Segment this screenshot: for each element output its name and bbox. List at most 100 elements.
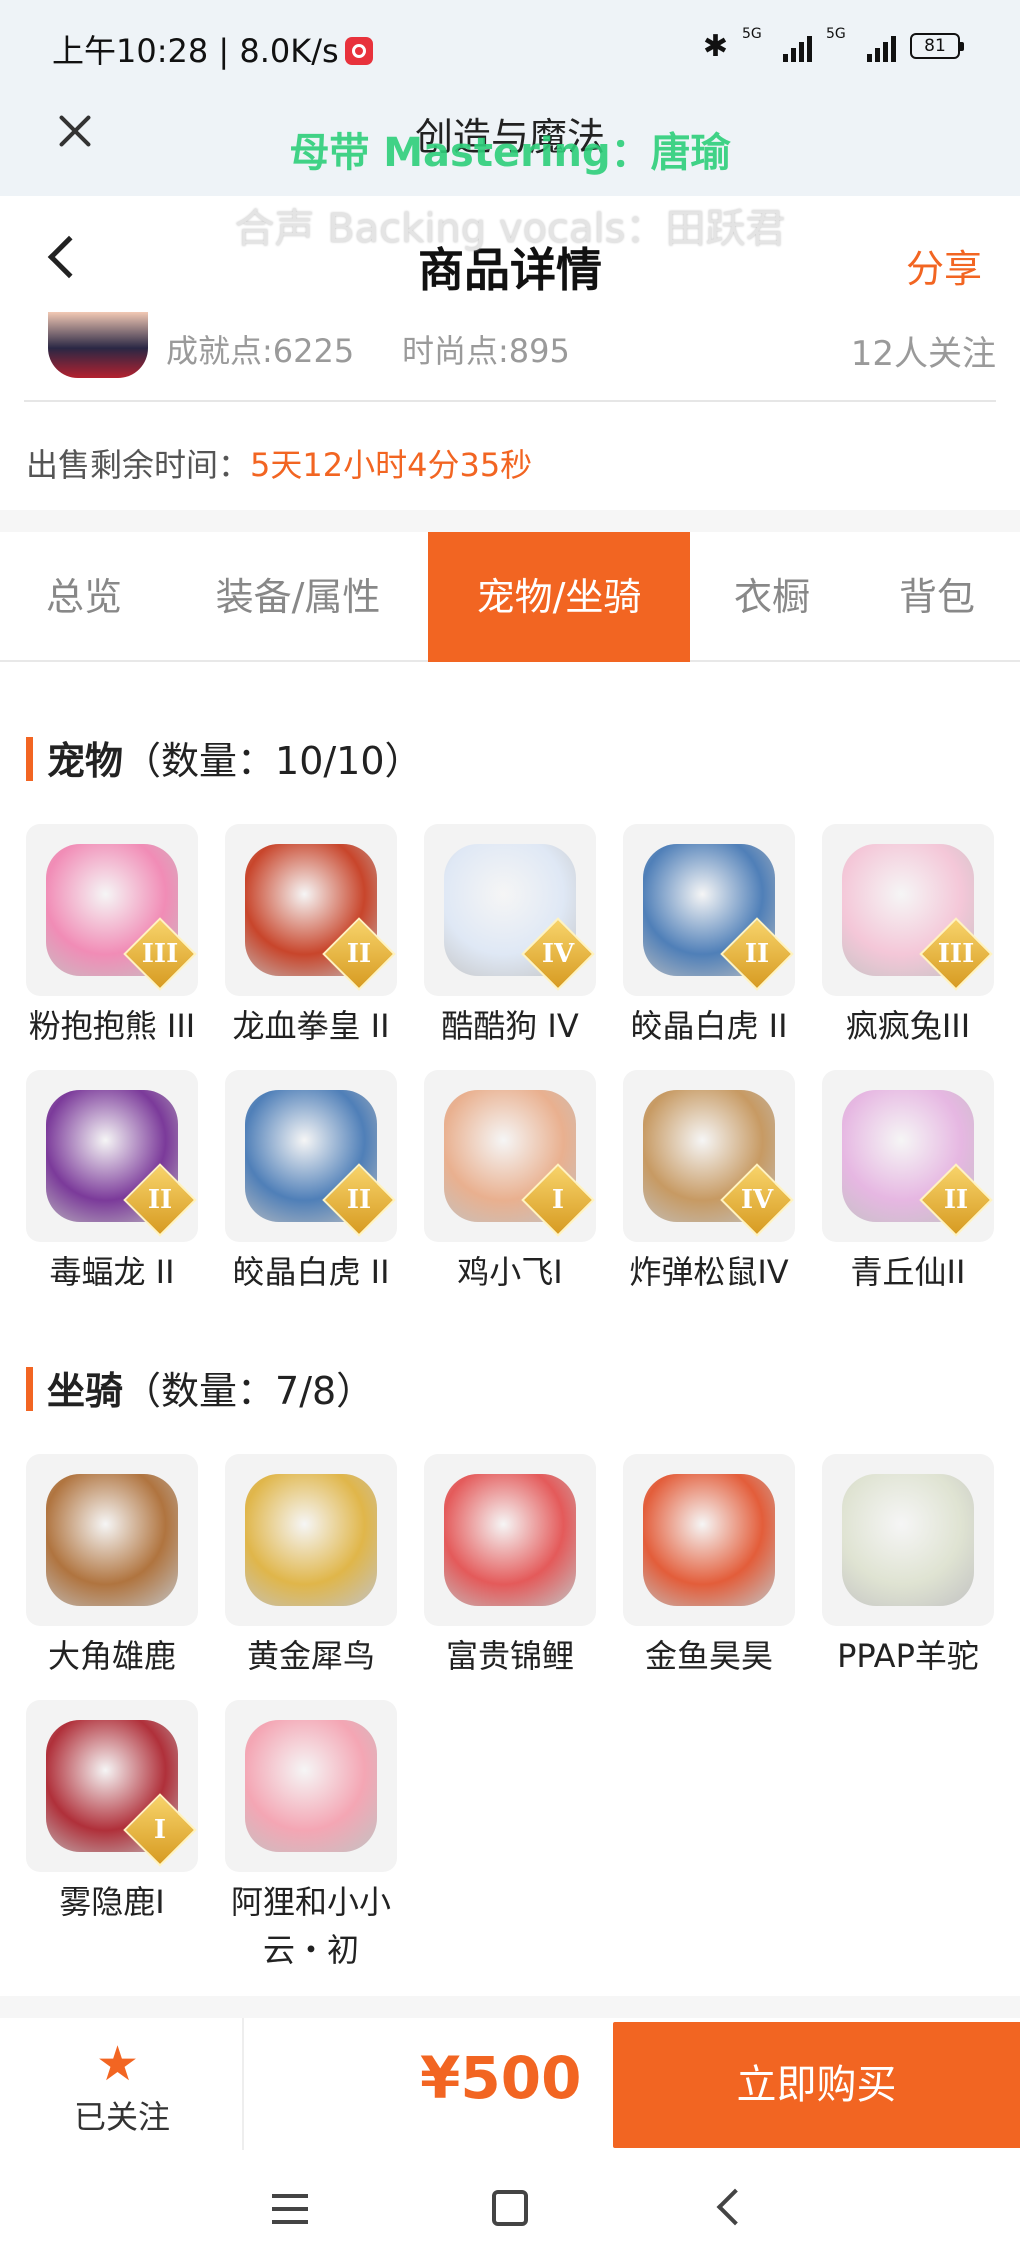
ali-fox-cloud-icon [245, 1720, 377, 1852]
item-tile[interactable]: III 粉抱抱熊 III [26, 824, 198, 1050]
item-name: 酷酷狗 IV [441, 1007, 579, 1045]
section-title: 宠物 [47, 739, 124, 783]
item-thumbnail: III [822, 824, 994, 996]
sale-timer-label: 出售剩余时间： [26, 446, 251, 484]
battery-icon: 81 [910, 33, 964, 59]
rank-badge-text: I [153, 1815, 167, 1845]
seller-info: 成就点:6225 时尚点:895 12人关注 [0, 312, 1020, 400]
item-thumbnail: II [26, 1070, 198, 1242]
follow-label: 已关注 [73, 2098, 170, 2136]
bluetooth-icon: ✱ [702, 28, 728, 64]
rank-badge-text: I [551, 1185, 565, 1215]
item-thumbnail: I [424, 1070, 596, 1242]
rank-badge-text: III [141, 939, 179, 969]
netease-music-icon [344, 37, 373, 65]
status-bar: 上午10:28 | 8.0K/s ✱ 5G 5G 81 [0, 0, 1020, 92]
signal-icon: 5G [742, 26, 812, 64]
sale-timer: 出售剩余时间：5天12小时4分35秒 [26, 440, 532, 486]
section-title: 坐骑 [47, 1369, 124, 1413]
item-thumbnail [26, 1454, 198, 1626]
divider [24, 400, 996, 402]
menu-icon[interactable] [272, 2194, 308, 2224]
bottom-action-bar: ★ 已关注 ¥500 立即购买 [0, 2018, 1020, 2150]
fashion-points: 时尚点:895 [402, 332, 570, 370]
item-thumbnail [822, 1454, 994, 1626]
divider [0, 510, 1020, 532]
app-screen: 上午10:28 | 8.0K/s ✱ 5G 5G 81 创造与魔法 商品详情 分… [0, 0, 1020, 2267]
item-name: 皎晶白虎 II [232, 1253, 390, 1291]
back-icon[interactable] [716, 2188, 754, 2226]
rank-badge-text: IV [541, 939, 575, 969]
follow-button[interactable]: ★ 已关注 [0, 2018, 244, 2150]
rank-badge-text: IV [740, 1185, 774, 1215]
divider [0, 1996, 1020, 2018]
item-thumbnail [424, 1454, 596, 1626]
item-thumbnail: II [822, 1070, 994, 1242]
alpaca-icon [842, 1474, 974, 1606]
signal-icon: 5G [826, 26, 896, 64]
item-tile[interactable]: III 疯疯兔III [822, 824, 994, 1050]
item-tile[interactable]: 黄金犀鸟 [225, 1454, 397, 1680]
lyric-line-1: 母带 Mastering：唐瑜 [289, 130, 731, 176]
tab-pets-mounts[interactable]: 宠物/坐骑 [428, 532, 690, 662]
item-name: 疯疯兔III [845, 1007, 971, 1045]
price: ¥500 [420, 2044, 582, 2112]
item-tile[interactable]: 阿狸和小小云・初 [225, 1700, 397, 1974]
status-indicators: ✱ 5G 5G 81 [702, 26, 964, 66]
section-count: （数量：7/8） [123, 1369, 375, 1413]
rank-badge-text: II [147, 1185, 173, 1215]
item-name: 炸弹松鼠IV [629, 1253, 789, 1291]
item-tile[interactable]: II 青丘仙II [822, 1070, 994, 1296]
item-thumbnail [225, 1700, 397, 1872]
item-name: 阿狸和小小云・初 [230, 1883, 391, 1969]
item-tile[interactable]: II 皎晶白虎 II [623, 824, 795, 1050]
status-time: 上午10:28 | 8.0K/s [52, 26, 373, 72]
tab-equipment[interactable]: 装备/属性 [168, 532, 428, 662]
item-name: 皎晶白虎 II [630, 1007, 788, 1045]
buy-now-button[interactable]: 立即购买 [613, 2022, 1020, 2148]
item-thumbnail: II [225, 824, 397, 996]
rank-badge-text: II [744, 939, 770, 969]
item-tile[interactable]: II 皎晶白虎 II [225, 1070, 397, 1296]
star-icon: ★ [96, 2036, 140, 2092]
achievement-points: 成就点:6225 [166, 332, 355, 370]
item-thumbnail [225, 1454, 397, 1626]
item-name: 黄金犀鸟 [246, 1637, 375, 1675]
tab-wardrobe[interactable]: 衣橱 [690, 532, 854, 662]
section-count: （数量：10/10） [123, 739, 423, 783]
mounts-section-header: 坐骑（数量：7/8） [26, 1360, 374, 1415]
lyric-line-2: 合声 Backing vocals：田跃君 [234, 206, 786, 252]
sale-timer-value: 5天12小时4分35秒 [250, 446, 533, 484]
item-tile[interactable]: IV 炸弹松鼠IV [623, 1070, 795, 1296]
item-tile[interactable]: 大角雄鹿 [26, 1454, 198, 1680]
avatar[interactable] [48, 312, 148, 378]
follower-count: 12人关注 [850, 334, 996, 374]
tab-bar: 总览 装备/属性 宠物/坐骑 衣橱 背包 [0, 532, 1020, 662]
item-tile[interactable]: II 龙血拳皇 II [225, 824, 397, 1050]
system-nav-bar [0, 2150, 1020, 2267]
item-name: 金鱼昊昊 [644, 1637, 773, 1675]
item-tile[interactable]: I 鸡小飞I [424, 1070, 596, 1296]
item-name: 大角雄鹿 [47, 1637, 176, 1675]
rank-badge-text: III [937, 939, 975, 969]
item-thumbnail: IV [424, 824, 596, 996]
item-thumbnail: I [26, 1700, 198, 1872]
rank-badge-text: II [943, 1185, 969, 1215]
rank-badge-text: II [346, 939, 372, 969]
item-tile[interactable]: PPAP羊驼 [822, 1454, 994, 1680]
item-tile[interactable]: 富贵锦鲤 [424, 1454, 596, 1680]
tab-overview[interactable]: 总览 [0, 532, 168, 662]
item-name: 粉抱抱熊 III [28, 1007, 196, 1045]
tab-backpack[interactable]: 背包 [854, 532, 1020, 662]
item-tile[interactable]: 金鱼昊昊 [623, 1454, 795, 1680]
stag-icon [46, 1474, 178, 1606]
item-tile[interactable]: II 毒蝠龙 II [26, 1070, 198, 1296]
item-name: PPAP羊驼 [837, 1637, 979, 1675]
home-icon[interactable] [492, 2190, 528, 2226]
item-tile[interactable]: I 雾隐鹿I [26, 1700, 198, 1926]
item-thumbnail: IV [623, 1070, 795, 1242]
item-tile[interactable]: IV 酷酷狗 IV [424, 824, 596, 1050]
item-name: 青丘仙II [850, 1253, 966, 1291]
hornbill-icon [245, 1474, 377, 1606]
section-accent-bar [26, 1367, 33, 1411]
